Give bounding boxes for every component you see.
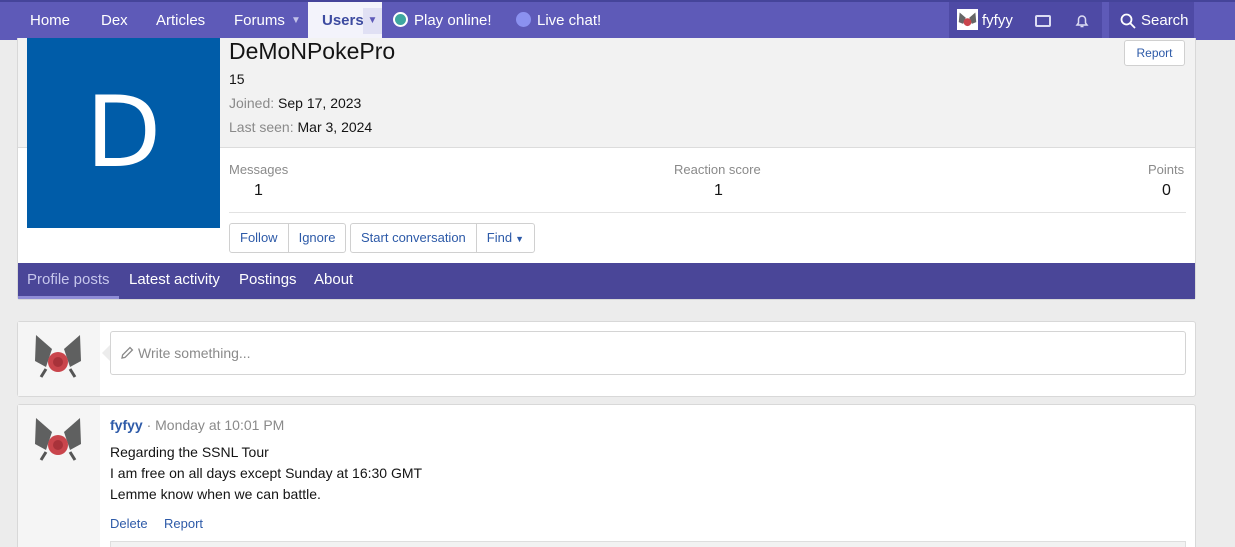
post-delete-link[interactable]: Delete	[110, 516, 148, 531]
nav-articles[interactable]: Articles	[156, 2, 205, 40]
follow-ignore-group: Follow Ignore	[229, 223, 347, 253]
write-something-input[interactable]: Write something...	[110, 331, 1186, 375]
profile-post: fyfyy · Monday at 10:01 PM Regarding the…	[17, 404, 1196, 547]
post-report-link[interactable]: Report	[164, 516, 203, 531]
user-menu[interactable]: fyfyy	[957, 2, 1013, 40]
find-button[interactable]: Find ▼	[477, 224, 534, 252]
user-nav-group: fyfyy	[949, 2, 1102, 40]
nav-play-online-label: Play online!	[414, 12, 492, 29]
search-icon	[1120, 13, 1136, 29]
follow-button[interactable]: Follow	[230, 224, 289, 252]
ignore-button[interactable]: Ignore	[289, 224, 346, 252]
post-body-line-3: Lemme know when we can battle.	[110, 486, 321, 502]
nav-users[interactable]: Users ▼	[308, 2, 382, 40]
messages-value[interactable]: 1	[254, 182, 263, 200]
nav-live-chat[interactable]: Live chat!	[516, 2, 601, 40]
nav-play-online[interactable]: Play online!	[393, 2, 492, 40]
find-chevron-down-icon: ▼	[515, 234, 524, 244]
write-something-placeholder: Write something...	[138, 345, 251, 361]
bell-icon[interactable]	[1074, 13, 1090, 29]
points-label: Points	[1148, 162, 1185, 177]
profile-username: DeMoNPokePro	[229, 38, 396, 64]
forums-dropdown-chevron-icon[interactable]: ▼	[286, 2, 306, 40]
envelope-icon[interactable]	[1035, 15, 1051, 27]
tab-postings[interactable]: Postings	[239, 263, 297, 299]
nav-home[interactable]: Home	[30, 2, 70, 40]
search-button[interactable]: Search	[1109, 2, 1194, 40]
joined-label: Joined:	[229, 95, 275, 111]
user-avatar-icon	[957, 9, 978, 30]
profile-card: D DeMoNPokePro 15 Joined: Sep 17, 2023 L…	[17, 38, 1196, 300]
last-seen-label: Last seen:	[229, 119, 294, 135]
post-author-link[interactable]: fyfyy	[110, 417, 143, 433]
last-seen-value: Mar 3, 2024	[297, 119, 373, 135]
current-user-avatar[interactable]	[34, 331, 82, 379]
post-comments-area	[110, 541, 1186, 547]
pencil-icon	[121, 346, 134, 359]
report-button[interactable]: Report	[1124, 40, 1185, 66]
conversation-find-group: Start conversation Find ▼	[350, 223, 535, 253]
post-body-line-1: Regarding the SSNL Tour	[110, 444, 269, 460]
start-conversation-button[interactable]: Start conversation	[351, 224, 477, 252]
joined-value: Sep 17, 2023	[278, 95, 362, 111]
tab-latest-activity[interactable]: Latest activity	[129, 263, 220, 299]
messages-label: Messages	[229, 162, 289, 177]
nav-forums[interactable]: Forums	[234, 2, 285, 40]
profile-joined: Joined: Sep 17, 2023	[229, 95, 361, 111]
user-menu-name: fyfyy	[982, 12, 1013, 29]
find-label: Find	[486, 230, 513, 245]
profile-age: 15	[229, 71, 245, 87]
profile-tabs: Profile posts Latest activity Postings A…	[18, 263, 1195, 299]
profile-avatar[interactable]: D	[27, 38, 220, 228]
input-pointer-arrow	[102, 345, 110, 361]
write-post-box: Write something...	[17, 321, 1196, 397]
search-label: Search	[1141, 12, 1189, 29]
tab-profile-posts[interactable]: Profile posts	[18, 263, 119, 299]
post-body-line-2: I am free on all days except Sunday at 1…	[110, 465, 423, 481]
profile-last-seen: Last seen: Mar 3, 2024	[229, 119, 372, 135]
discord-icon	[516, 12, 531, 27]
users-dropdown-chevron-icon[interactable]: ▼	[363, 8, 382, 34]
post-header: fyfyy · Monday at 10:01 PM	[110, 417, 284, 433]
nav-users-label: Users	[322, 12, 364, 29]
post-timestamp[interactable]: · Monday at 10:01 PM	[147, 417, 285, 433]
reaction-score-label: Reaction score	[674, 162, 761, 177]
stats-divider	[229, 212, 1186, 213]
nav-dex[interactable]: Dex	[101, 2, 128, 40]
play-online-icon	[393, 12, 408, 27]
post-author-avatar[interactable]	[34, 414, 82, 462]
top-navigation: Home Dex Articles Forums ▼ Users ▼ Play …	[0, 0, 1235, 40]
tab-about[interactable]: About	[314, 263, 353, 299]
points-value[interactable]: 0	[1162, 182, 1171, 200]
reaction-score-value[interactable]: 1	[714, 182, 723, 200]
nav-live-chat-label: Live chat!	[537, 12, 602, 29]
